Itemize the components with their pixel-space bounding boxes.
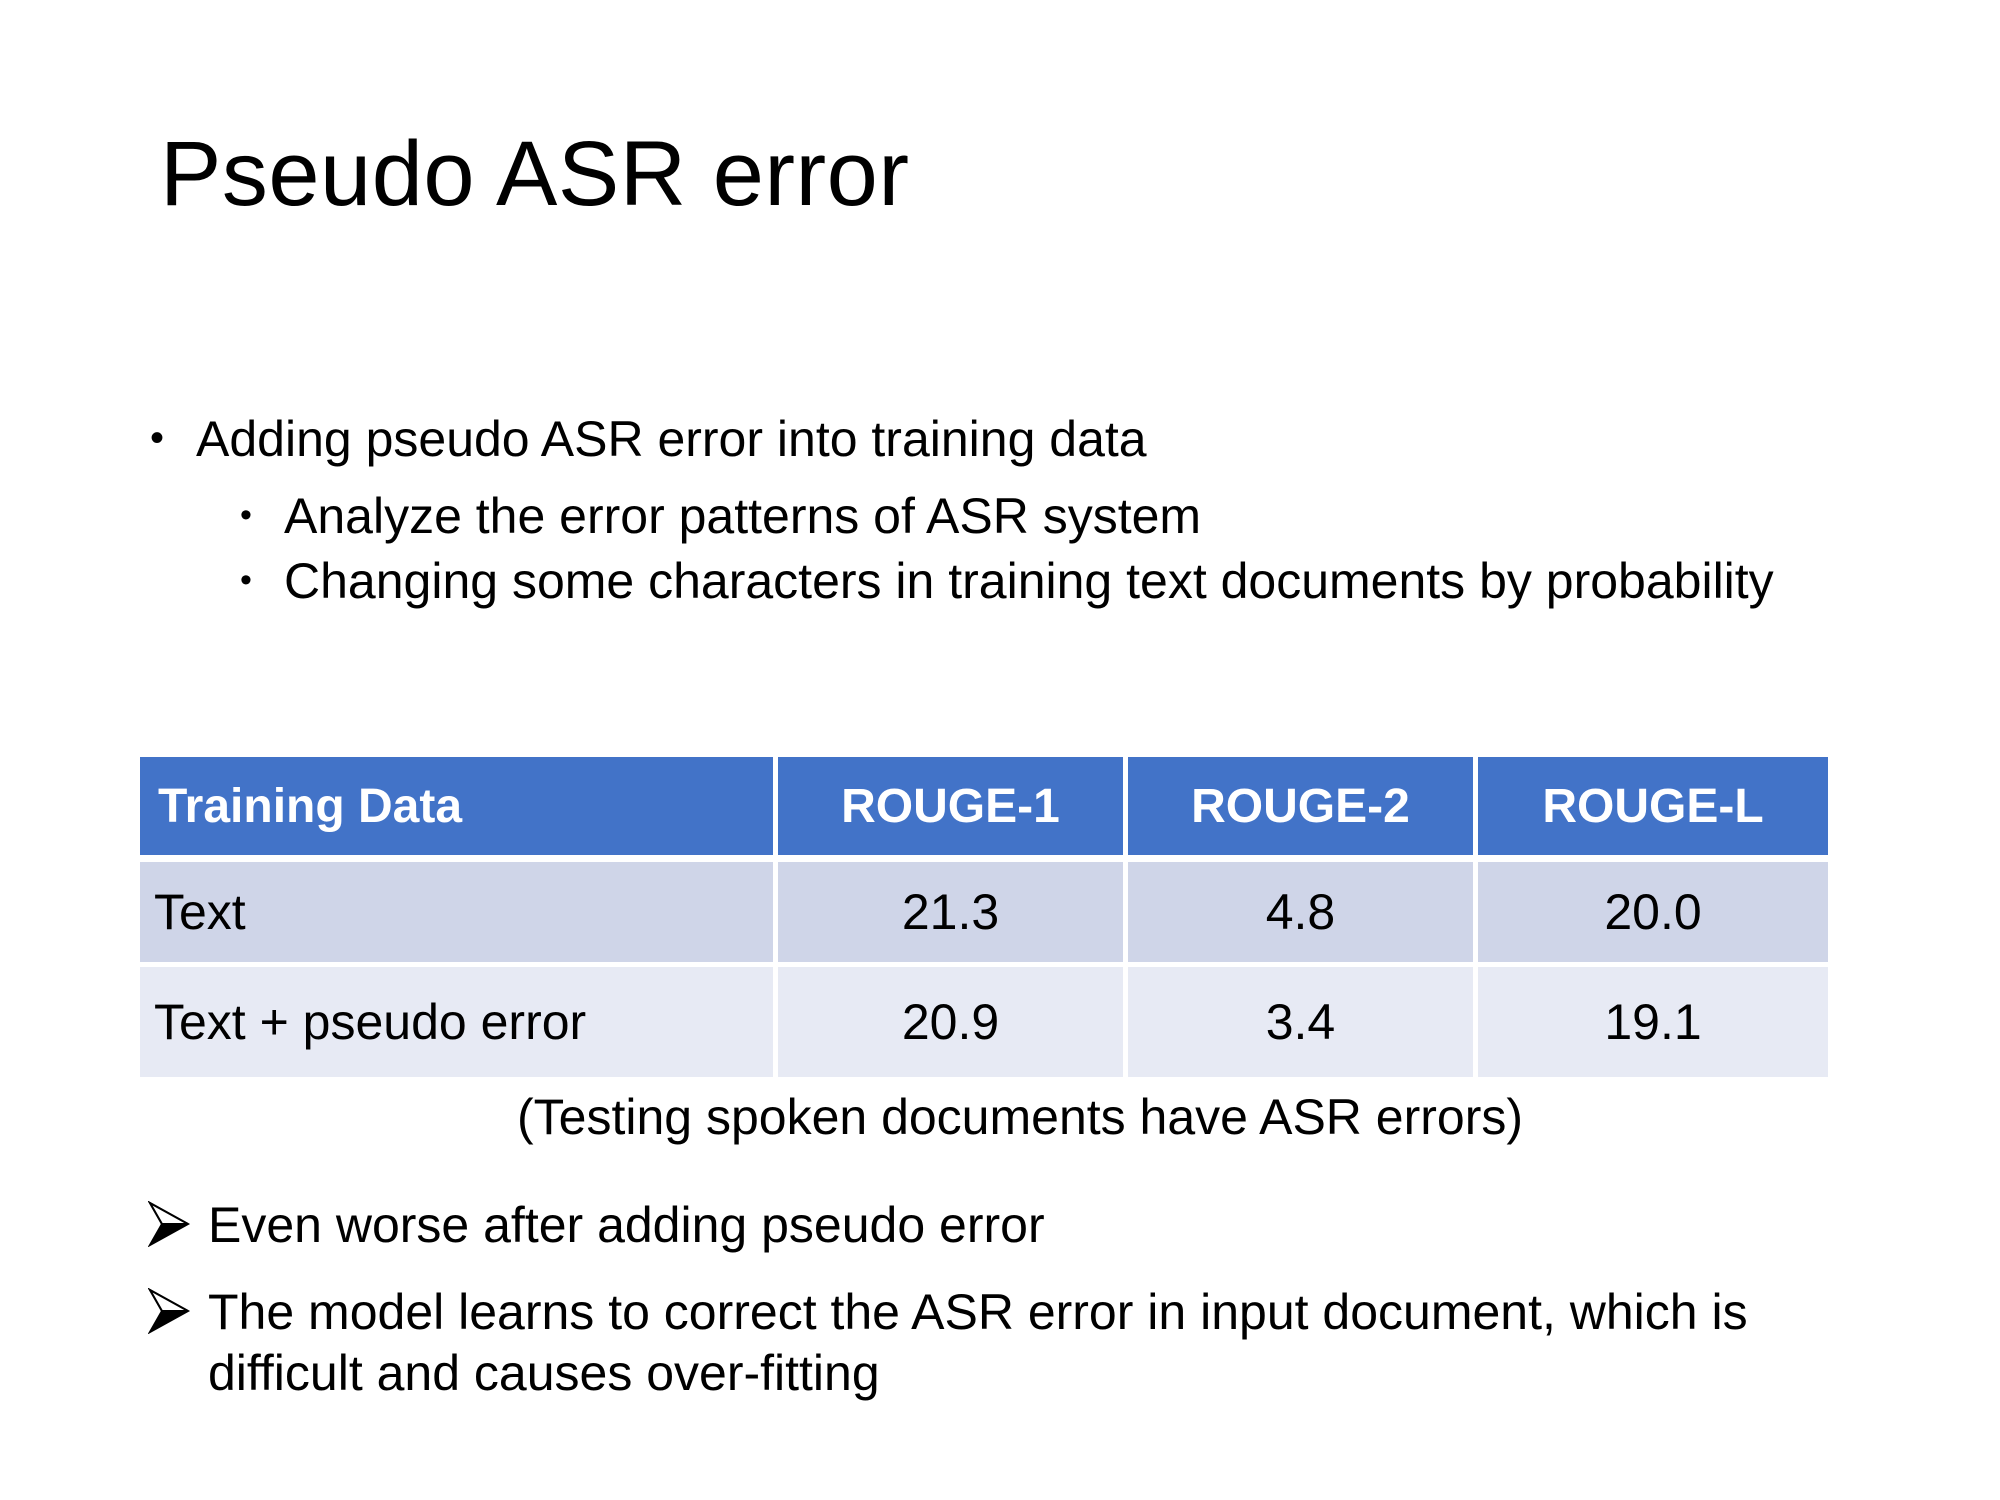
finding-item: Even worse after adding pseudo error	[148, 1195, 1908, 1256]
arrowhead-right-icon	[148, 1195, 208, 1247]
bullet-text: Adding pseudo ASR error into training da…	[196, 411, 1147, 467]
column-header-rouge-1: ROUGE-1	[778, 757, 1128, 862]
cell-training-data: Text	[140, 862, 778, 967]
bullet-dot-icon: •	[240, 561, 252, 599]
table-caption: (Testing spoken documents have ASR error…	[516, 1089, 1524, 1145]
table-header-row: Training Data ROUGE-1 ROUGE-2 ROUGE-L	[140, 757, 1828, 862]
bullet-item: • Changing some characters in training t…	[240, 552, 1870, 611]
bullet-dot-icon: •	[240, 496, 252, 534]
bullet-text: Changing some characters in training tex…	[284, 553, 1774, 609]
finding-text: Even worse after adding pseudo error	[208, 1197, 1045, 1253]
cell-rouge-2: 3.4	[1128, 967, 1478, 1077]
page-title: Pseudo ASR error	[160, 123, 910, 225]
cell-rouge-2: 4.8	[1128, 862, 1478, 967]
arrowhead-right-icon	[148, 1282, 208, 1334]
cell-rouge-1: 20.9	[778, 967, 1128, 1077]
finding-text: The model learns to correct the ASR erro…	[208, 1284, 1748, 1401]
bullet-list: • Adding pseudo ASR error into training …	[150, 410, 1870, 617]
bullet-text: Analyze the error patterns of ASR system	[284, 488, 1202, 544]
bullet-dot-icon: •	[150, 416, 165, 460]
cell-rouge-l: 19.1	[1478, 967, 1828, 1077]
findings-list: Even worse after adding pseudo error The…	[148, 1195, 1908, 1430]
column-header-rouge-2: ROUGE-2	[1128, 757, 1478, 862]
bullet-item: • Analyze the error patterns of ASR syst…	[240, 487, 1870, 546]
table-row: Text + pseudo error 20.9 3.4 19.1	[140, 967, 1828, 1077]
bullet-item: • Adding pseudo ASR error into training …	[150, 410, 1870, 469]
table-row: Text 21.3 4.8 20.0	[140, 862, 1828, 967]
finding-item: The model learns to correct the ASR erro…	[148, 1282, 1908, 1404]
cell-training-data: Text + pseudo error	[140, 967, 778, 1077]
cell-rouge-1: 21.3	[778, 862, 1128, 967]
column-header-training-data: Training Data	[140, 757, 778, 862]
cell-rouge-l: 20.0	[1478, 862, 1828, 967]
results-table: Training Data ROUGE-1 ROUGE-2 ROUGE-L Te…	[140, 757, 1828, 1077]
column-header-rouge-l: ROUGE-L	[1478, 757, 1828, 862]
